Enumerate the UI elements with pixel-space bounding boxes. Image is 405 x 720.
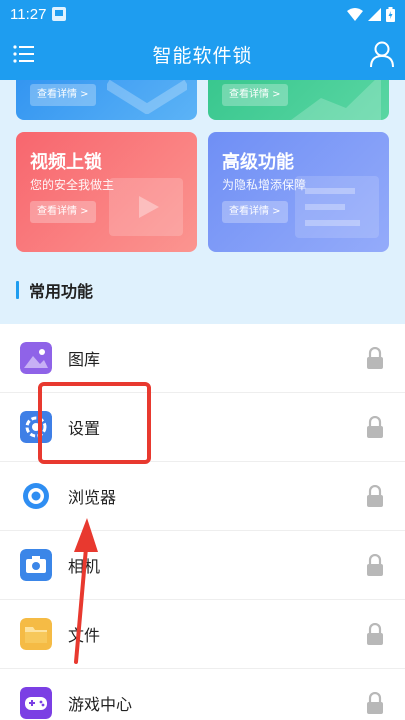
page-title: 智能软件锁 [152, 44, 253, 67]
app-label: 相机 [68, 557, 101, 576]
lock-icon[interactable] [365, 416, 385, 438]
status-time: 11:27 [10, 5, 47, 23]
app-label: 文件 [68, 626, 101, 645]
gallery-icon [20, 342, 52, 374]
folder-icon [20, 618, 52, 650]
feature-card-partial-right[interactable]: 查看详情 > [208, 80, 389, 120]
browser-icon [23, 483, 49, 509]
list-item-files[interactable]: 文件 [0, 600, 405, 669]
section-header: 常用功能 [16, 278, 93, 302]
card-detail-button[interactable]: 查看详情 > [30, 201, 96, 223]
notification-icon [52, 7, 67, 21]
card-subtitle: 为隐私增添保障 [222, 178, 307, 192]
settings-panel-icon [295, 176, 379, 238]
app-label: 浏览器 [68, 488, 117, 507]
list-item-camera[interactable]: 相机 [0, 531, 405, 600]
camera-icon [20, 549, 52, 581]
card-detail-button[interactable]: 查看详情 > [222, 84, 288, 106]
card-decoration-icon [291, 80, 381, 120]
signal-icon [368, 7, 381, 21]
section-title: 常用功能 [29, 282, 94, 301]
section-accent-bar [16, 281, 19, 299]
user-icon[interactable] [369, 40, 395, 68]
card-decoration-icon [107, 80, 187, 114]
list-item-game-center[interactable]: 游戏中心 [0, 669, 405, 720]
app-list: 图库 设置 浏览器 相机 文件 游戏中心 [0, 324, 405, 720]
battery-icon [386, 6, 395, 22]
feature-card-video-lock[interactable]: 视频上锁 您的安全我做主 查看详情 > [16, 132, 197, 252]
app-label: 游戏中心 [68, 695, 133, 714]
app-label: 设置 [68, 419, 101, 438]
card-title: 高级功能 [222, 152, 294, 173]
feature-cards-area: 查看详情 > 查看详情 > 视频上锁 您的安全我做主 查看详情 > 高级功能 为… [0, 80, 405, 324]
menu-icon[interactable] [12, 42, 36, 66]
card-title: 视频上锁 [30, 152, 102, 173]
app-label: 图库 [68, 350, 101, 369]
feature-card-advanced[interactable]: 高级功能 为隐私增添保障 查看详情 > [208, 132, 389, 252]
play-icon [109, 178, 183, 236]
settings-icon [20, 411, 52, 443]
list-item-settings[interactable]: 设置 [0, 393, 405, 462]
lock-icon[interactable] [365, 692, 385, 714]
card-detail-button[interactable]: 查看详情 > [30, 84, 96, 106]
list-item-browser[interactable]: 浏览器 [0, 462, 405, 531]
feature-card-partial-left[interactable]: 查看详情 > [16, 80, 197, 120]
status-bar: 11:27 [0, 0, 405, 28]
app-bar: 智能软件锁 [0, 28, 405, 80]
gamepad-icon [20, 687, 52, 719]
wifi-icon [347, 7, 363, 21]
lock-icon[interactable] [365, 554, 385, 576]
card-detail-button[interactable]: 查看详情 > [222, 201, 288, 223]
list-item-gallery[interactable]: 图库 [0, 324, 405, 393]
lock-icon[interactable] [365, 347, 385, 369]
lock-icon[interactable] [365, 623, 385, 645]
lock-icon[interactable] [365, 485, 385, 507]
card-subtitle: 您的安全我做主 [30, 178, 115, 192]
status-icons [347, 6, 395, 22]
